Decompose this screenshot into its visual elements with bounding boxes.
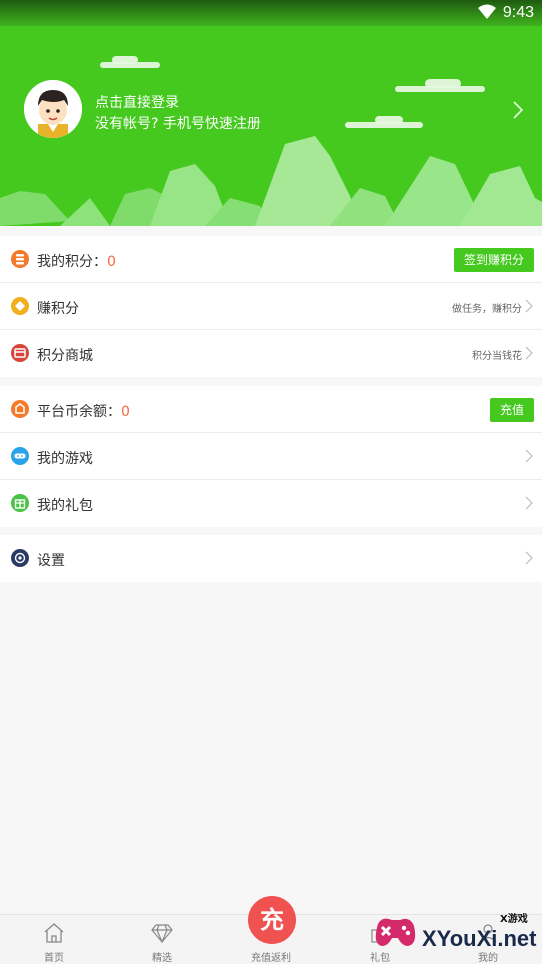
register-prompt[interactable]: 没有帐号? 手机号快速注册 xyxy=(95,113,261,133)
shop-icon xyxy=(11,344,29,362)
earn-points-label: 赚积分 xyxy=(37,301,79,317)
my-gifts-label: 我的礼包 xyxy=(37,498,93,514)
my-points-value: 0 xyxy=(107,254,116,270)
settings-group: 设置 xyxy=(0,535,542,582)
diamond-outline-icon xyxy=(151,924,173,944)
cloud-decoration xyxy=(425,79,461,88)
chevron-right-icon xyxy=(525,449,533,463)
watermark-text: XYouXi.net xyxy=(422,926,537,951)
chevron-right-icon xyxy=(525,496,533,510)
tab-featured[interactable]: 精选 xyxy=(112,915,212,964)
diamond-icon xyxy=(11,297,29,315)
cloud-decoration xyxy=(375,116,403,124)
my-points-label: 我的积分： xyxy=(37,254,107,270)
earn-points-hint: 做任务，赚积分 xyxy=(452,304,522,315)
row-my-points: 我的积分：0 签到赚积分 xyxy=(0,236,542,283)
wallet-icon xyxy=(11,400,29,418)
home-icon xyxy=(44,923,64,943)
recharge-button[interactable]: 充值 xyxy=(490,398,534,422)
avatar[interactable] xyxy=(24,80,82,138)
row-settings[interactable]: 设置 xyxy=(0,535,542,582)
tab-recharge-label: 充值返利 xyxy=(251,953,291,964)
check-in-button[interactable]: 签到赚积分 xyxy=(454,248,534,272)
row-my-games[interactable]: 我的游戏 xyxy=(0,433,542,480)
coin-stack-icon xyxy=(11,250,29,268)
gamepad-logo-icon xyxy=(375,918,416,946)
settings-icon xyxy=(11,549,29,567)
row-points-mall[interactable]: 积分商城 积分当钱花 xyxy=(0,330,542,377)
tab-home[interactable]: 首页 xyxy=(4,915,104,964)
chevron-right-icon xyxy=(525,346,533,360)
settings-label: 设置 xyxy=(37,553,65,569)
login-prompt[interactable]: 点击直接登录 xyxy=(95,92,179,112)
balance-value: 0 xyxy=(121,404,130,420)
gamepad-icon xyxy=(11,447,29,465)
row-platform-balance: 平台币余额：0 充值 xyxy=(0,386,542,433)
cloud-decoration xyxy=(112,56,138,64)
profile-header: 9:43 点击直接登录 没有帐号? 手机号快速注册 xyxy=(0,0,542,226)
mountains-decoration xyxy=(0,136,542,226)
tab-home-label: 首页 xyxy=(44,953,64,964)
status-time: 9:43 xyxy=(502,4,534,21)
watermark-small-text: X游戏 xyxy=(500,914,528,925)
avatar-face-icon xyxy=(24,80,82,138)
balance-label: 平台币余额： xyxy=(37,404,121,420)
chevron-right-icon xyxy=(525,299,533,313)
chevron-right-icon xyxy=(525,551,533,565)
watermark: X游戏 XYouXi.net xyxy=(372,906,540,962)
chevron-right-icon[interactable] xyxy=(512,100,524,120)
status-bar: 9:43 xyxy=(0,0,542,26)
my-games-label: 我的游戏 xyxy=(37,451,93,467)
points-group: 我的积分：0 签到赚积分 赚积分 做任务，赚积分 积分商城 积分当钱花 xyxy=(0,236,542,377)
points-mall-label: 积分商城 xyxy=(37,348,93,364)
tab-featured-label: 精选 xyxy=(152,953,172,964)
recharge-circle-button[interactable]: 充 xyxy=(248,896,296,944)
wifi-icon xyxy=(478,4,496,19)
row-my-gifts[interactable]: 我的礼包 xyxy=(0,480,542,527)
wallet-group: 平台币余额：0 充值 我的游戏 我的礼包 xyxy=(0,386,542,527)
gift-icon xyxy=(11,494,29,512)
row-earn-points[interactable]: 赚积分 做任务，赚积分 xyxy=(0,283,542,330)
points-mall-hint: 积分当钱花 xyxy=(472,351,522,362)
